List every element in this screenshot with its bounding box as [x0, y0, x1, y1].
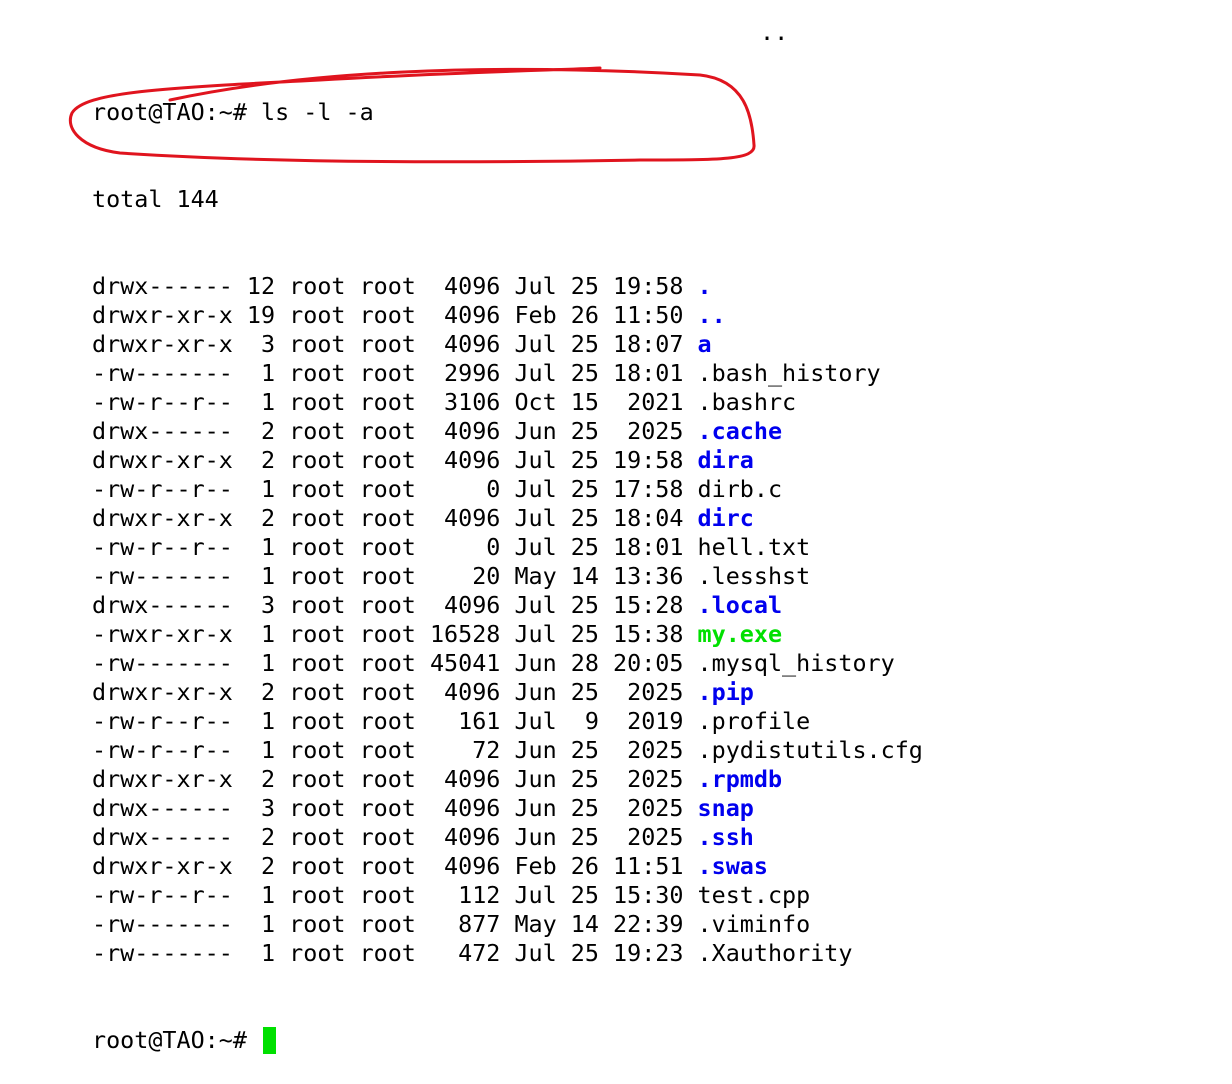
- entry-metadata: -rw------- 1 root root 472 Jul 25 19:23: [92, 939, 698, 967]
- listing-row: -rw-r--r-- 1 root root 3106 Oct 15 2021 …: [92, 388, 923, 417]
- entry-metadata: -rw-r--r-- 1 root root 0 Jul 25 18:01: [92, 533, 698, 561]
- listing-row: drwxr-xr-x 2 root root 4096 Jul 25 18:04…: [92, 504, 923, 533]
- listing-row: -rw------- 1 root root 472 Jul 25 19:23 …: [92, 939, 923, 968]
- listing-row: drwx------ 2 root root 4096 Jun 25 2025 …: [92, 823, 923, 852]
- directory-name: .: [697, 272, 712, 300]
- entry-metadata: drwx------ 2 root root 4096 Jun 25 2025: [92, 417, 698, 445]
- entry-metadata: -rw------- 1 root root 20 May 14 13:36: [92, 562, 698, 590]
- total-line: total 144: [92, 185, 219, 213]
- directory-name: snap: [697, 794, 754, 822]
- entry-metadata: drwx------ 3 root root 4096 Jul 25 15:28: [92, 591, 698, 619]
- listing-row: drwxr-xr-x 19 root root 4096 Feb 26 11:5…: [92, 301, 923, 330]
- file-name: dirb.c: [697, 475, 783, 503]
- active-prompt-line[interactable]: root@TAO:~#: [92, 1026, 923, 1055]
- text-cursor[interactable]: [263, 1027, 276, 1054]
- directory-name: .swas: [697, 852, 768, 880]
- listing-row: drwxr-xr-x 2 root root 4096 Jul 25 19:58…: [92, 446, 923, 475]
- entry-metadata: -rw------- 1 root root 45041 Jun 28 20:0…: [92, 649, 698, 677]
- directory-name: dira: [697, 446, 754, 474]
- directory-name: ..: [697, 301, 726, 329]
- listing-row: drwxr-xr-x 2 root root 4096 Feb 26 11:51…: [92, 852, 923, 881]
- entry-metadata: -rw-r--r-- 1 root root 3106 Oct 15 2021: [92, 388, 698, 416]
- file-name: .mysql_history: [697, 649, 895, 677]
- listing-row: -rwxr-xr-x 1 root root 16528 Jul 25 15:3…: [92, 620, 923, 649]
- directory-name: .cache: [697, 417, 783, 445]
- file-name: .bash_history: [697, 359, 881, 387]
- entry-metadata: -rw-r--r-- 1 root root 72 Jun 25 2025: [92, 736, 698, 764]
- entry-metadata: drwx------ 3 root root 4096 Jun 25 2025: [92, 794, 698, 822]
- entry-metadata: -rw------- 1 root root 2996 Jul 25 18:01: [92, 359, 698, 387]
- file-name: .lesshst: [697, 562, 811, 590]
- listing-row: drwxr-xr-x 3 root root 4096 Jul 25 18:07…: [92, 330, 923, 359]
- listing-row: -rw------- 1 root root 45041 Jun 28 20:0…: [92, 649, 923, 678]
- directory-name: .ssh: [697, 823, 754, 851]
- listing-row: -rw-r--r-- 1 root root 0 Jul 25 18:01 he…: [92, 533, 923, 562]
- command-line: root@TAO:~# ls -l -a: [92, 98, 923, 127]
- executable-name: my.exe: [697, 620, 783, 648]
- file-listing: drwx------ 12 root root 4096 Jul 25 19:5…: [92, 272, 923, 968]
- directory-name: a: [697, 330, 712, 358]
- command-text: ls -l -a: [261, 98, 374, 126]
- entry-metadata: -rwxr-xr-x 1 root root 16528 Jul 25 15:3…: [92, 620, 698, 648]
- file-name: .viminfo: [697, 910, 811, 938]
- entry-metadata: drwxr-xr-x 2 root root 4096 Jul 25 18:04: [92, 504, 698, 532]
- prompt: root@TAO:~#: [92, 1026, 261, 1054]
- listing-row: -rw------- 1 root root 877 May 14 22:39 …: [92, 910, 923, 939]
- listing-row: -rw-r--r-- 1 root root 72 Jun 25 2025 .p…: [92, 736, 923, 765]
- listing-row: drwxr-xr-x 2 root root 4096 Jun 25 2025 …: [92, 765, 923, 794]
- file-name: hell.txt: [697, 533, 811, 561]
- listing-row: -rw-r--r-- 1 root root 161 Jul 9 2019 .p…: [92, 707, 923, 736]
- entry-metadata: drwx------ 12 root root 4096 Jul 25 19:5…: [92, 272, 698, 300]
- file-name: .profile: [697, 707, 811, 735]
- entry-metadata: drwx------ 2 root root 4096 Jun 25 2025: [92, 823, 698, 851]
- file-name: .pydistutils.cfg: [697, 736, 923, 764]
- directory-name: dirc: [697, 504, 754, 532]
- entry-metadata: drwxr-xr-x 19 root root 4096 Feb 26 11:5…: [92, 301, 698, 329]
- listing-row: -rw------- 1 root root 2996 Jul 25 18:01…: [92, 359, 923, 388]
- directory-name: .pip: [697, 678, 754, 706]
- listing-row: drwx------ 3 root root 4096 Jul 25 15:28…: [92, 591, 923, 620]
- listing-row: drwx------ 12 root root 4096 Jul 25 19:5…: [92, 272, 923, 301]
- entry-metadata: -rw------- 1 root root 877 May 14 22:39: [92, 910, 698, 938]
- listing-row: -rw------- 1 root root 20 May 14 13:36 .…: [92, 562, 923, 591]
- listing-row: -rw-r--r-- 1 root root 112 Jul 25 15:30 …: [92, 881, 923, 910]
- file-name: test.cpp: [697, 881, 811, 909]
- entry-metadata: -rw-r--r-- 1 root root 161 Jul 9 2019: [92, 707, 698, 735]
- entry-metadata: drwxr-xr-x 2 root root 4096 Feb 26 11:51: [92, 852, 698, 880]
- entry-metadata: -rw-r--r-- 1 root root 0 Jul 25 17:58: [92, 475, 698, 503]
- entry-metadata: drwxr-xr-x 2 root root 4096 Jul 25 19:58: [92, 446, 698, 474]
- listing-row: drwx------ 2 root root 4096 Jun 25 2025 …: [92, 417, 923, 446]
- directory-name: .rpmdb: [697, 765, 783, 793]
- terminal-output[interactable]: root@TAO:~# ls -l -a total 144 drwx-----…: [92, 40, 923, 1084]
- prompt: root@TAO:~#: [92, 98, 261, 126]
- entry-metadata: drwxr-xr-x 2 root root 4096 Jun 25 2025: [92, 765, 698, 793]
- listing-row: drwx------ 3 root root 4096 Jun 25 2025 …: [92, 794, 923, 823]
- entry-metadata: -rw-r--r-- 1 root root 112 Jul 25 15:30: [92, 881, 698, 909]
- entry-metadata: drwxr-xr-x 3 root root 4096 Jul 25 18:07: [92, 330, 698, 358]
- listing-row: drwxr-xr-x 2 root root 4096 Jun 25 2025 …: [92, 678, 923, 707]
- entry-metadata: drwxr-xr-x 2 root root 4096 Jun 25 2025: [92, 678, 698, 706]
- listing-row: -rw-r--r-- 1 root root 0 Jul 25 17:58 di…: [92, 475, 923, 504]
- directory-name: .local: [697, 591, 783, 619]
- file-name: .Xauthority: [697, 939, 853, 967]
- file-name: .bashrc: [697, 388, 797, 416]
